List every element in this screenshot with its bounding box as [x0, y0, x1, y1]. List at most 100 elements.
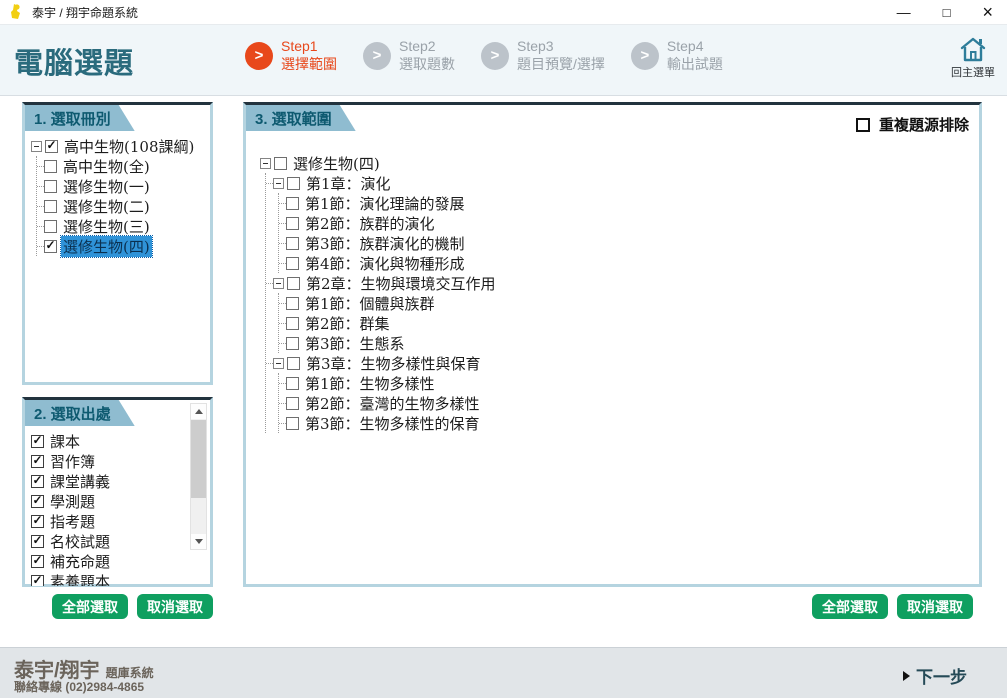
tree-line	[279, 263, 286, 264]
source-item-label[interactable]: 指考題	[50, 511, 95, 532]
tree-node-label[interactable]: 第2章：生物與環境交互作用	[304, 273, 498, 294]
tree-checkbox[interactable]	[286, 297, 299, 310]
tree-checkbox[interactable]	[286, 397, 299, 410]
source-checkbox[interactable]	[31, 435, 44, 448]
tree-line	[37, 206, 44, 207]
source-item-label[interactable]: 補充命題	[50, 551, 110, 572]
source-checkbox[interactable]	[31, 495, 44, 508]
tree-checkbox[interactable]	[44, 160, 57, 173]
source-checkbox[interactable]	[31, 555, 44, 568]
minimize-button[interactable]: —	[897, 5, 911, 19]
tree-row: 第3節：族群演化的機制	[279, 233, 977, 253]
tree-node-label[interactable]: 第3節：生態系	[303, 333, 407, 354]
tree-line	[279, 403, 286, 404]
tree-checkbox[interactable]	[44, 220, 57, 233]
tree-checkbox[interactable]	[274, 157, 287, 170]
tree-line	[266, 283, 273, 284]
tree-line	[279, 223, 286, 224]
tree-checkbox[interactable]	[287, 277, 300, 290]
tree-node-label[interactable]: 選修生物(三)	[61, 216, 152, 237]
source-item-label[interactable]: 習作簿	[50, 451, 95, 472]
source-item: 補充命題	[31, 551, 190, 571]
tree-line	[37, 246, 44, 247]
tree-row: 選修生物(四)	[260, 153, 977, 173]
tree-node-label[interactable]: 第3章：生物多樣性與保育	[304, 353, 483, 374]
tree-node-label[interactable]: 第2節：群集	[303, 313, 392, 334]
tree-checkbox[interactable]	[286, 197, 299, 210]
tree-checkbox[interactable]	[286, 377, 299, 390]
panel-book-select-title: 1. 選取冊別	[25, 105, 135, 131]
tree-node-label[interactable]: 高中生物(108課綱)	[62, 136, 196, 157]
tree-node-label[interactable]: 選修生物(四)	[291, 153, 382, 174]
tree-line	[266, 363, 273, 364]
maximize-button[interactable]: □	[943, 6, 951, 19]
step-4: >Step4輸出試題	[631, 38, 723, 73]
tree-checkbox[interactable]	[286, 337, 299, 350]
source-deselect-all-button[interactable]: 取消選取	[137, 594, 213, 619]
tree-node-label[interactable]: 高中生物(全)	[61, 156, 152, 177]
scrollbar-thumb[interactable]	[191, 420, 206, 498]
source-item-label[interactable]: 課本	[50, 431, 80, 452]
tree-checkbox[interactable]	[286, 417, 299, 430]
source-checkbox[interactable]	[31, 475, 44, 488]
close-button[interactable]: ×	[982, 3, 993, 21]
scope-buttons: 全部選取 取消選取	[812, 594, 973, 619]
step-arrow-icon: >	[481, 42, 509, 70]
tree-checkbox[interactable]	[287, 357, 300, 370]
scroll-up-arrow-icon[interactable]	[191, 404, 206, 419]
tree-line	[266, 183, 273, 184]
tree-node-label[interactable]: 第2節：臺灣的生物多樣性	[303, 393, 482, 414]
source-checkbox[interactable]	[31, 535, 44, 548]
source-checkbox[interactable]	[31, 515, 44, 528]
tree-node-label[interactable]: 第1節：生物多樣性	[303, 373, 437, 394]
tree-row: 高中生物(全)	[37, 156, 208, 176]
source-item-label[interactable]: 學測題	[50, 491, 95, 512]
tree-collapse-toggle[interactable]	[273, 358, 284, 369]
tree-node-label[interactable]: 第1節：演化理論的發展	[303, 193, 467, 214]
tree-node-label[interactable]: 選修生物(二)	[61, 196, 152, 217]
tree-checkbox[interactable]	[44, 180, 57, 193]
tree-collapse-toggle[interactable]	[273, 178, 284, 189]
page-title: 電腦選題	[14, 40, 134, 82]
tree-checkbox[interactable]	[44, 200, 57, 213]
source-checkbox[interactable]	[31, 455, 44, 468]
source-list-scrollbar[interactable]	[190, 403, 207, 550]
tree-node-label[interactable]: 第1節：個體與族群	[303, 293, 437, 314]
source-checkbox[interactable]	[31, 575, 44, 587]
tree-collapse-toggle[interactable]	[273, 278, 284, 289]
tree-checkbox[interactable]	[287, 177, 300, 190]
next-step-button[interactable]: 下一步	[903, 663, 967, 688]
source-item: 素養題本	[31, 571, 190, 586]
tree-row: 第1章：演化	[266, 173, 977, 193]
tree-node-label[interactable]: 選修生物(一)	[61, 176, 152, 197]
scope-deselect-all-button[interactable]: 取消選取	[897, 594, 973, 619]
tree-checkbox[interactable]	[286, 317, 299, 330]
tree-collapse-toggle[interactable]	[260, 158, 271, 169]
tree-row: 選修生物(一)	[37, 176, 208, 196]
source-item-label[interactable]: 素養題本	[50, 571, 110, 587]
tree-node-label[interactable]: 第1章：演化	[304, 173, 393, 194]
scroll-down-arrow-icon[interactable]	[191, 534, 206, 549]
app-header: 電腦選題 >Step1選擇範圍>Step2選取題數>Step3題目預覽/選擇>S…	[0, 24, 1007, 96]
panel-scope-select-title: 3. 選取範圍	[246, 105, 356, 131]
step-indicator: >Step1選擇範圍>Step2選取題數>Step3題目預覽/選擇>Step4輸…	[245, 38, 723, 73]
tree-checkbox[interactable]	[286, 257, 299, 270]
source-item-label[interactable]: 課堂講義	[50, 471, 110, 492]
scope-select-all-button[interactable]: 全部選取	[812, 594, 888, 619]
tree-node-label[interactable]: 第4節：演化與物種形成	[303, 253, 467, 274]
tree-node-label[interactable]: 第3節：族群演化的機制	[303, 233, 467, 254]
tree-node-label[interactable]: 第2節：族群的演化	[303, 213, 437, 234]
source-select-all-button[interactable]: 全部選取	[52, 594, 128, 619]
tree-checkbox[interactable]	[44, 240, 57, 253]
tree-row: 第2節：群集	[279, 313, 977, 333]
tree-collapse-toggle[interactable]	[31, 141, 42, 152]
source-item-label[interactable]: 名校試題	[50, 531, 110, 552]
tree-row: 第2章：生物與環境交互作用	[266, 273, 977, 293]
tree-checkbox[interactable]	[286, 237, 299, 250]
tree-node-label[interactable]: 選修生物(四)	[61, 236, 152, 257]
tree-node-label[interactable]: 第3節：生物多樣性的保育	[303, 413, 482, 434]
tree-checkbox[interactable]	[286, 217, 299, 230]
tree-checkbox[interactable]	[45, 140, 58, 153]
dedupe-checkbox[interactable]	[856, 118, 870, 132]
home-button[interactable]: 回主選單	[951, 35, 995, 80]
